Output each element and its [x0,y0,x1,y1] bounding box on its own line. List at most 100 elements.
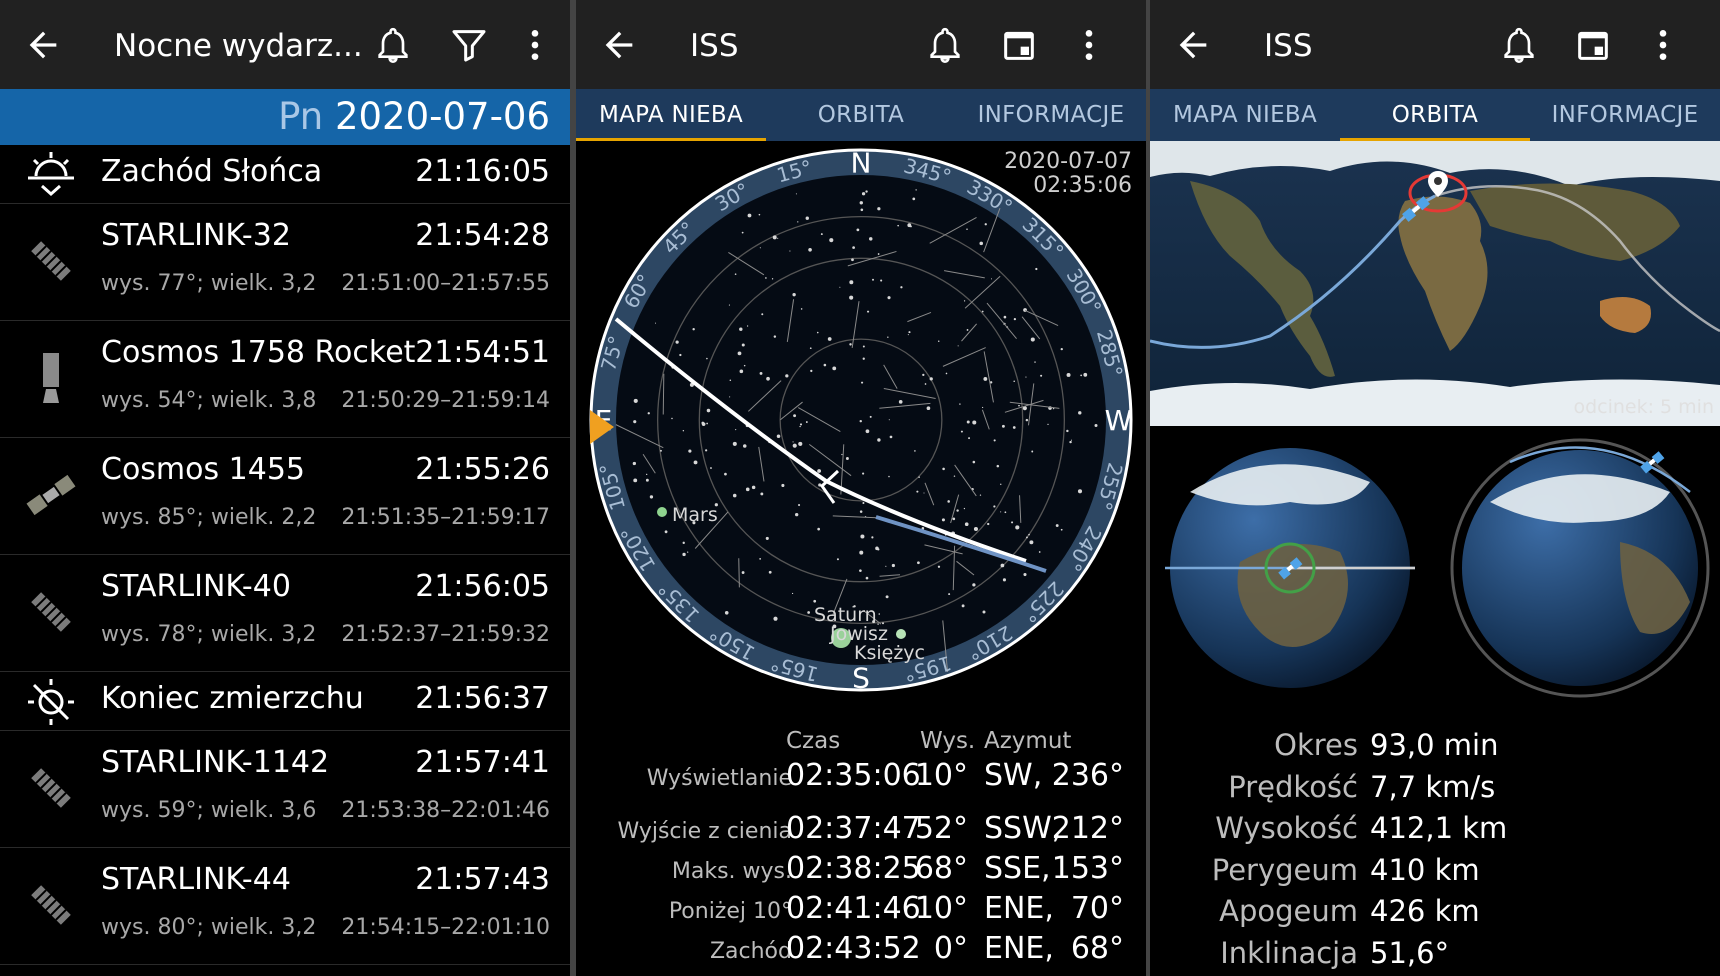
star [888,419,890,421]
event-time-range: 21:52:37–21:59:32 [341,622,550,647]
star [900,286,903,289]
star [869,415,872,418]
orbit-param-value: 51,6° [1370,935,1450,970]
globe-front[interactable] [1165,448,1415,688]
star [859,419,862,423]
tab-orbit[interactable]: ORBITA [766,89,956,141]
event-row[interactable]: STARLINK-44 21:57:43 wys. 80°; wielk. 3,2 2… [0,848,570,965]
star [979,241,984,246]
bell-icon[interactable] [1496,22,1542,68]
tab-sky-map[interactable]: MAPA NIEBA [576,89,766,141]
event-row[interactable]: Zachód Słońca 21:16:05 [0,145,570,204]
calendar-icon[interactable] [996,22,1042,68]
star [701,421,705,425]
pass-event-label: Wyjście z cienia [617,819,792,844]
globe-side[interactable] [1450,438,1710,698]
star [746,325,749,327]
star [871,536,874,539]
back-arrow-icon[interactable] [1170,22,1216,68]
star [688,449,692,453]
star [809,347,812,350]
star [872,278,874,281]
star [761,313,764,316]
star [1060,347,1063,351]
back-arrow-icon[interactable] [596,22,642,68]
star [963,300,966,302]
event-row[interactable]: STARLINK-32 21:54:28 wys. 77°; wielk. 3,2 2… [0,204,570,321]
calendar-icon[interactable] [1570,22,1616,68]
bell-icon[interactable] [370,22,416,68]
tab-orbit[interactable]: ORBITA [1340,89,1530,141]
orbit-param-value: 412,1 km [1370,811,1508,845]
pass-event-label: Zachód [709,939,792,964]
star [1026,536,1028,539]
event-row[interactable]: Cosmos 1758 Rocket 21:54:51 wys. 54°; wiel… [0,321,570,438]
star [795,512,799,517]
star [710,467,712,469]
sky-timestamp: 2020-07-07 02:35:06 [1004,150,1132,198]
pass-event-label: Maks. wys. [671,859,792,884]
star [797,221,799,223]
star [1031,450,1034,453]
tab-info[interactable]: INFORMACJE [956,89,1146,141]
star [851,258,854,262]
star [877,438,881,442]
event-row[interactable]: Koniec zmierzchu 21:56:37 [0,672,570,731]
event-time: 21:57:43 [415,862,550,897]
event-time: 21:55:26 [415,452,550,487]
star [1055,524,1059,527]
star [860,534,865,539]
star [799,425,801,428]
star [823,363,827,367]
star [867,310,870,313]
pass-direction: ENE, [984,891,1054,926]
star [768,570,772,574]
star [929,377,933,381]
more-vert-icon[interactable] [1066,22,1112,68]
star [773,335,777,338]
more-vert-icon[interactable] [512,22,558,68]
event-row[interactable]: STARLINK-40 21:56:05 wys. 78°; wielk. 3,2 2… [0,555,570,672]
back-arrow-icon[interactable] [20,22,66,68]
star [732,493,737,498]
event-time-range: 21:51:35–21:59:17 [341,505,550,530]
star [942,467,945,471]
star [1070,439,1073,441]
event-row[interactable]: STARLINK-1142 21:57:41 wys. 59°; wielk. 3,… [0,731,570,848]
star [741,231,744,234]
star [859,550,864,555]
world-map[interactable] [1150,141,1720,426]
more-vert-icon[interactable] [1640,22,1686,68]
satellite-icon [22,759,80,817]
star [862,357,865,360]
moon-marker [896,629,906,639]
star [945,372,948,375]
tab-info[interactable]: INFORMACJE [1530,89,1720,141]
star [916,490,919,493]
globe-views [1150,432,1720,712]
orbit-param-label: Prędkość [1228,769,1358,804]
pass-azimuth: 212° [1051,811,1124,846]
star [1002,578,1007,582]
star [938,340,940,343]
star [1023,572,1027,577]
star [706,422,708,425]
star [1015,525,1020,530]
star [993,439,996,442]
event-row[interactable]: Cosmos 1455 21:55:26 wys. 85°; wielk. 2,2 2… [0,438,570,555]
star [799,423,803,426]
tab-sky-map[interactable]: MAPA NIEBA [1150,89,1340,141]
star [1077,489,1083,494]
filter-icon[interactable] [446,22,492,68]
bell-icon[interactable] [922,22,968,68]
star [996,464,1000,468]
star [771,278,774,280]
orbit-param-value: 410 km [1370,852,1480,887]
star [915,189,917,191]
orbit-param-value: 7,7 km/s [1370,769,1496,804]
pass-altitude: 52° [914,811,968,846]
pass-event-label: Wyświetlanie [646,766,792,791]
star [759,247,761,249]
sky-map[interactable]: 15° 30° 45° 60° 75° 105° 120° 135° 150° 165° 195° 2… [576,141,1146,701]
star [759,557,761,560]
